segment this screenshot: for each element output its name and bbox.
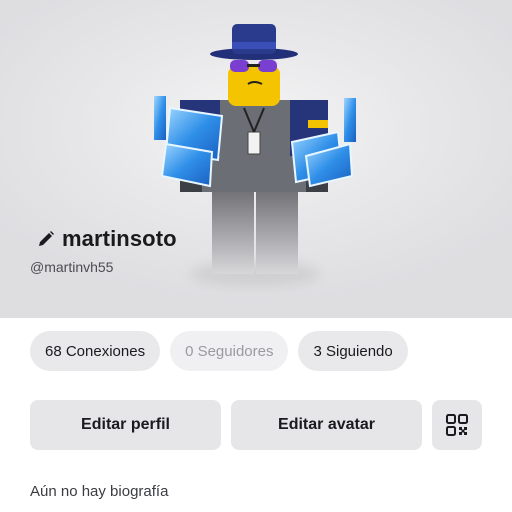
connections-pill[interactable]: 68 Conexiones — [30, 331, 161, 371]
qr-code-button[interactable] — [432, 400, 482, 450]
edit-avatar-button[interactable]: Editar avatar — [231, 400, 422, 450]
bio-text: Aún no hay biografía — [30, 483, 169, 500]
edit-profile-button[interactable]: Editar perfil — [30, 400, 221, 450]
profile-actions: Editar perfil Editar avatar — [30, 400, 482, 450]
followers-pill[interactable]: 0 Seguidores — [170, 331, 289, 371]
display-name: martinsoto — [62, 226, 177, 251]
stats-row: 68 Conexiones 0 Seguidores 3 Siguiendo — [30, 331, 408, 371]
pencil-icon[interactable] — [36, 229, 56, 249]
username: @martinvh55 — [30, 259, 114, 275]
profile-name-row[interactable]: martinsoto — [36, 226, 177, 252]
following-pill[interactable]: 3 Siguiendo — [298, 331, 408, 371]
qr-code-icon — [446, 414, 468, 436]
